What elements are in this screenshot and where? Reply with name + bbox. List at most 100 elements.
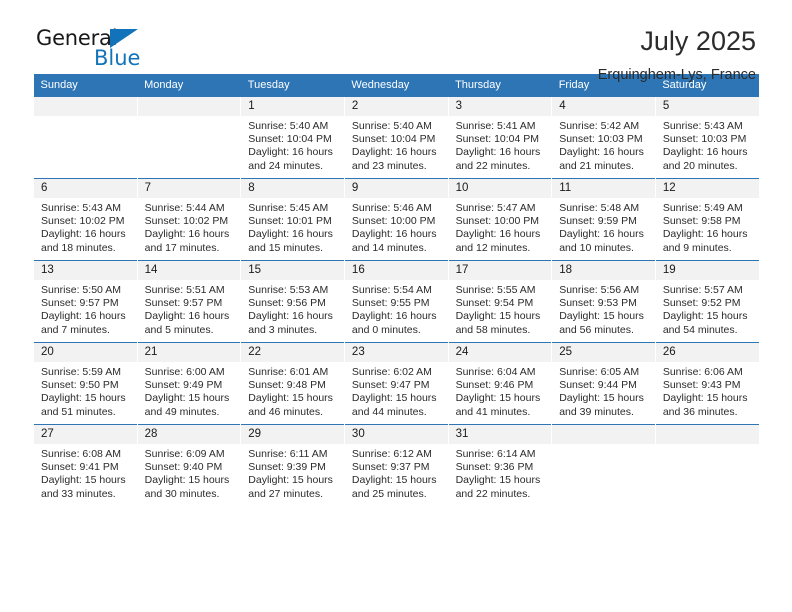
day-details: Sunrise: 5:48 AM Sunset: 9:59 PM Daylight:…: [552, 198, 655, 255]
sunrise-time: Sunrise: 5:48 AM: [559, 202, 640, 214]
day-details: Sunrise: 5:46 AM Sunset: 10:00 PM Daylight…: [345, 198, 448, 255]
day-details: Sunrise: 5:47 AM Sunset: 10:00 PM Daylight…: [449, 198, 552, 255]
calendar-day-cell[interactable]: 20 Sunrise: 5:59 AM Sunset: 9:50 PM Dayligh…: [33, 342, 138, 425]
calendar-day-cell[interactable]: 25 Sunrise: 6:05 AM Sunset: 9:44 PM Dayligh…: [551, 342, 656, 425]
calendar-day-cell[interactable]: 24 Sunrise: 6:04 AM Sunset: 9:46 PM Dayligh…: [447, 342, 552, 425]
sunrise-time: Sunrise: 5:43 AM: [41, 202, 121, 214]
calendar-day-cell[interactable]: 9 Sunrise: 5:46 AM Sunset: 10:00 PM Dayligh…: [343, 178, 449, 261]
day-details: Sunrise: 6:05 AM Sunset: 9:44 PM Daylight:…: [552, 362, 655, 419]
day-number: 5: [655, 97, 759, 116]
calendar-day-cell[interactable]: 6 Sunrise: 5:43 AM Sunset: 10:02 PM Dayligh…: [33, 178, 138, 261]
calendar-day-cell[interactable]: 11 Sunrise: 5:48 AM Sunset: 9:59 PM Dayligh…: [551, 178, 656, 261]
sunset-time: Sunset: 9:52 PM: [662, 297, 741, 310]
sunrise-time: Sunrise: 6:04 AM: [455, 366, 536, 378]
calendar-day-cell[interactable]: 18 Sunrise: 5:56 AM Sunset: 9:53 PM Dayligh…: [551, 260, 656, 343]
day-details: Sunrise: 5:40 AM Sunset: 10:04 PM Daylight…: [241, 116, 344, 173]
daylight-duration-line2: and 41 minutes.: [455, 405, 531, 418]
calendar-day-cell-empty: [33, 96, 138, 179]
day-number: [655, 425, 759, 444]
sunrise-time: Sunrise: 5:51 AM: [144, 284, 225, 296]
day-number: 1: [241, 97, 344, 116]
day-number: 25: [552, 343, 655, 362]
daylight-duration-line1: Daylight: 16 hours: [41, 228, 126, 241]
day-number: 21: [137, 343, 241, 362]
calendar-day-cell[interactable]: 5 Sunrise: 5:43 AM Sunset: 10:03 PM Dayligh…: [654, 96, 759, 179]
sunrise-time: Sunrise: 5:50 AM: [41, 284, 121, 296]
day-details: Sunrise: 5:44 AM Sunset: 10:02 PM Daylight…: [138, 198, 241, 255]
sunset-time: Sunset: 9:48 PM: [248, 379, 326, 392]
calendar-day-cell[interactable]: 2 Sunrise: 5:40 AM Sunset: 10:04 PM Dayligh…: [343, 96, 449, 179]
calendar-day-cell[interactable]: 4 Sunrise: 5:42 AM Sunset: 10:03 PM Dayligh…: [551, 96, 656, 179]
day-number: 10: [448, 179, 552, 198]
day-details: Sunrise: 5:51 AM Sunset: 9:57 PM Daylight:…: [138, 280, 241, 337]
daylight-duration-line2: and 17 minutes.: [144, 241, 220, 254]
daylight-duration-line1: Daylight: 16 hours: [662, 146, 748, 159]
calendar-day-cell[interactable]: 31 Sunrise: 6:14 AM Sunset: 9:36 PM Dayligh…: [447, 424, 552, 506]
day-number: [34, 97, 137, 116]
sunset-time: Sunset: 10:04 PM: [455, 133, 540, 146]
calendar-day-cell[interactable]: 22 Sunrise: 6:01 AM Sunset: 9:48 PM Dayligh…: [240, 342, 345, 425]
day-details: Sunrise: 5:54 AM Sunset: 9:55 PM Daylight:…: [345, 280, 448, 337]
daylight-duration-line1: Daylight: 15 hours: [41, 474, 126, 487]
sunrise-time: Sunrise: 5:57 AM: [662, 284, 743, 296]
sunset-time: Sunset: 9:59 PM: [559, 215, 637, 228]
weekday-header-tuesday: Tuesday: [240, 74, 345, 97]
daylight-duration-line1: Daylight: 15 hours: [559, 392, 644, 405]
calendar-day-cell-empty: [136, 96, 241, 179]
calendar-day-cell[interactable]: 26 Sunrise: 6:06 AM Sunset: 9:43 PM Dayligh…: [654, 342, 759, 425]
day-number: 29: [241, 425, 344, 444]
calendar-day-cell[interactable]: 17 Sunrise: 5:55 AM Sunset: 9:54 PM Dayligh…: [447, 260, 552, 343]
calendar-day-cell[interactable]: 19 Sunrise: 5:57 AM Sunset: 9:52 PM Dayligh…: [654, 260, 759, 343]
day-details: Sunrise: 5:43 AM Sunset: 10:02 PM Daylight…: [34, 198, 137, 255]
sunrise-time: Sunrise: 5:53 AM: [248, 284, 329, 296]
daylight-duration-line1: Daylight: 15 hours: [248, 392, 333, 405]
calendar-day-cell[interactable]: 8 Sunrise: 5:45 AM Sunset: 10:01 PM Dayligh…: [240, 178, 345, 261]
sunset-time: Sunset: 9:58 PM: [662, 215, 741, 228]
calendar-day-cell[interactable]: 21 Sunrise: 6:00 AM Sunset: 9:49 PM Dayligh…: [136, 342, 241, 425]
calendar-day-cell[interactable]: 15 Sunrise: 5:53 AM Sunset: 9:56 PM Dayligh…: [240, 260, 345, 343]
calendar-day-cell[interactable]: 1 Sunrise: 5:40 AM Sunset: 10:04 PM Dayligh…: [240, 96, 345, 179]
day-details: Sunrise: 6:09 AM Sunset: 9:40 PM Daylight:…: [138, 444, 241, 501]
day-number: 2: [344, 97, 448, 116]
calendar-day-cell[interactable]: 23 Sunrise: 6:02 AM Sunset: 9:47 PM Dayligh…: [343, 342, 449, 425]
calendar-day-cell[interactable]: 7 Sunrise: 5:44 AM Sunset: 10:02 PM Dayligh…: [136, 178, 241, 261]
calendar-day-cell[interactable]: 30 Sunrise: 6:12 AM Sunset: 9:37 PM Dayligh…: [343, 424, 449, 506]
calendar-day-cell[interactable]: 13 Sunrise: 5:50 AM Sunset: 9:57 PM Dayligh…: [33, 260, 138, 343]
sunrise-time: Sunrise: 6:01 AM: [248, 366, 329, 378]
daylight-duration-line1: Daylight: 16 hours: [455, 228, 541, 241]
daylight-duration-line2: and 12 minutes.: [455, 241, 531, 254]
daylight-duration-line2: and 27 minutes.: [248, 487, 323, 500]
calendar-day-cell[interactable]: 10 Sunrise: 5:47 AM Sunset: 10:00 PM Daylig…: [447, 178, 552, 261]
sunset-time: Sunset: 9:41 PM: [41, 461, 119, 474]
daylight-duration-line2: and 30 minutes.: [144, 487, 220, 500]
day-details: Sunrise: 6:11 AM Sunset: 9:39 PM Daylight:…: [241, 444, 344, 501]
calendar-day-cell[interactable]: 3 Sunrise: 5:41 AM Sunset: 10:04 PM Dayligh…: [447, 96, 552, 179]
sunrise-time: Sunrise: 5:43 AM: [662, 120, 743, 132]
sunset-time: Sunset: 10:04 PM: [248, 133, 332, 146]
calendar-day-cell[interactable]: 12 Sunrise: 5:49 AM Sunset: 9:58 PM Dayligh…: [654, 178, 759, 261]
day-number: 16: [344, 261, 448, 280]
day-details: Sunrise: 6:00 AM Sunset: 9:49 PM Daylight:…: [138, 362, 241, 419]
calendar-day-cell[interactable]: 14 Sunrise: 5:51 AM Sunset: 9:57 PM Dayligh…: [136, 260, 241, 343]
day-number: 18: [552, 261, 655, 280]
sunset-time: Sunset: 10:03 PM: [559, 133, 643, 146]
daylight-duration-line1: Daylight: 16 hours: [41, 310, 126, 323]
day-number: 23: [344, 343, 448, 362]
page-subtitle: Erquinghem-Lys, France: [597, 67, 756, 83]
calendar-day-cell[interactable]: 16 Sunrise: 5:54 AM Sunset: 9:55 PM Dayligh…: [343, 260, 449, 343]
calendar-table: Sunday Monday Tuesday Wednesday Thursday…: [33, 74, 759, 506]
sunset-time: Sunset: 9:57 PM: [144, 297, 223, 310]
calendar-day-cell[interactable]: 29 Sunrise: 6:11 AM Sunset: 9:39 PM Dayligh…: [240, 424, 345, 506]
calendar-page: General Blue July 2025 Erquinghem-Lys, F…: [0, 0, 792, 612]
day-details: Sunrise: 6:14 AM Sunset: 9:36 PM Daylight:…: [449, 444, 552, 501]
daylight-duration-line2: and 51 minutes.: [41, 405, 116, 418]
daylight-duration-line1: Daylight: 15 hours: [662, 310, 748, 323]
daylight-duration-line1: Daylight: 15 hours: [41, 392, 126, 405]
sunset-time: Sunset: 9:54 PM: [455, 297, 534, 310]
day-number: 28: [137, 425, 241, 444]
sunrise-time: Sunrise: 5:42 AM: [559, 120, 640, 132]
calendar-day-cell[interactable]: 27 Sunrise: 6:08 AM Sunset: 9:41 PM Dayligh…: [33, 424, 138, 506]
day-details: Sunrise: 5:57 AM Sunset: 9:52 PM Daylight:…: [656, 280, 759, 337]
calendar-day-cell[interactable]: 28 Sunrise: 6:09 AM Sunset: 9:40 PM Dayligh…: [136, 424, 241, 506]
daylight-duration-line1: Daylight: 16 hours: [559, 228, 644, 241]
